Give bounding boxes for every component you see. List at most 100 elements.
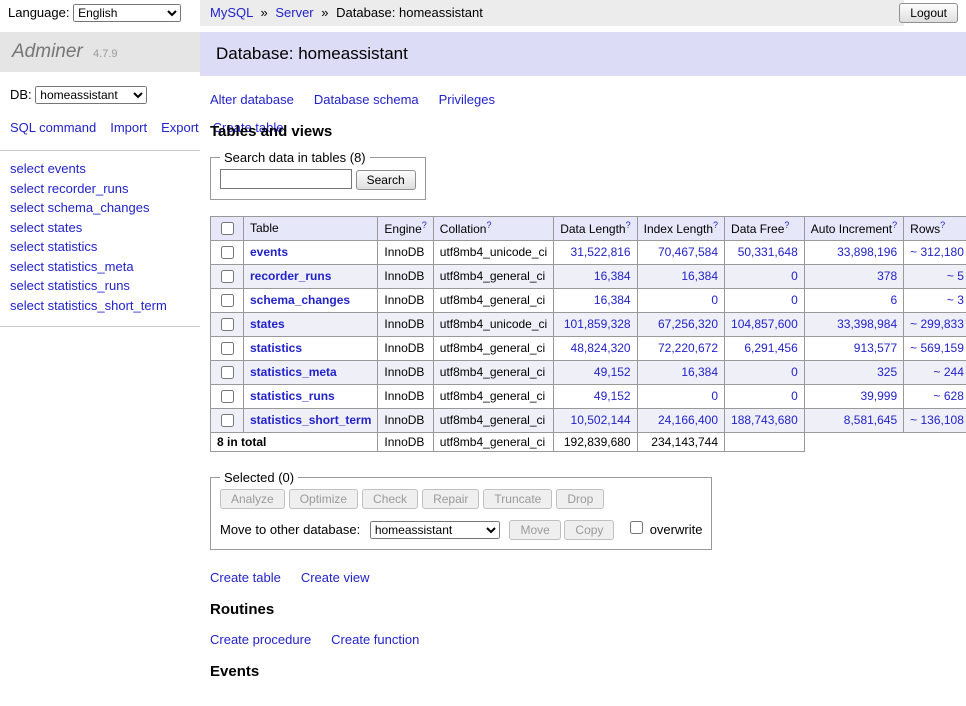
help-link[interactable]: ? (713, 220, 718, 230)
overwrite-checkbox[interactable] (630, 521, 643, 534)
data-length-link[interactable]: 48,824,320 (571, 341, 631, 355)
help-link[interactable]: ? (940, 220, 945, 230)
data-free-link[interactable]: 104,857,600 (731, 317, 798, 331)
index-length-link[interactable]: 0 (711, 389, 718, 403)
auto-increment-link[interactable]: 325 (877, 365, 897, 379)
row-select-checkbox[interactable] (221, 390, 234, 403)
auto-increment-link[interactable]: 39,999 (860, 389, 897, 403)
move-button[interactable]: Move (509, 520, 560, 540)
table-name-link[interactable]: recorder_runs (250, 269, 331, 283)
data-length-link[interactable]: 101,859,328 (564, 317, 631, 331)
row-select-checkbox[interactable] (221, 366, 234, 379)
selected-action-button[interactable]: Repair (422, 489, 479, 509)
table-name-link[interactable]: statistics_meta (250, 365, 337, 379)
table-name-link[interactable]: statistics_runs (250, 389, 335, 403)
sidebar-action-link[interactable]: SQL command (10, 120, 96, 135)
rows-link[interactable]: ~ 136,108 (910, 413, 964, 427)
create-link[interactable]: Create view (301, 570, 370, 585)
search-button[interactable]: Search (356, 170, 416, 190)
selected-action-button[interactable]: Analyze (220, 489, 285, 509)
data-free-link[interactable]: 188,743,680 (731, 413, 798, 427)
data-length-link[interactable]: 10,502,144 (571, 413, 631, 427)
list-item: select statistics (0, 237, 200, 257)
index-length-link[interactable]: 70,467,584 (658, 245, 718, 259)
row-select-checkbox[interactable] (221, 414, 234, 427)
selected-action-button[interactable]: Drop (556, 489, 604, 509)
sidebar-action-link[interactable]: Import (110, 120, 147, 135)
sidebar-action-link[interactable]: Export (161, 120, 199, 135)
rows-link[interactable]: ~ 5 (947, 269, 964, 283)
data-length-link[interactable]: 49,152 (594, 389, 631, 403)
sidebar-table-link[interactable]: select statistics_meta (10, 259, 134, 274)
language-select[interactable]: English (73, 4, 181, 22)
search-input[interactable] (220, 169, 352, 189)
select-all-checkbox[interactable] (221, 222, 234, 235)
data-length-link[interactable]: 16,384 (594, 293, 631, 307)
data-length-link[interactable]: 31,522,816 (571, 245, 631, 259)
move-db-select[interactable]: homeassistant (370, 521, 500, 539)
help-link[interactable]: ? (626, 220, 631, 230)
sidebar-table-link[interactable]: select schema_changes (10, 200, 149, 215)
data-free-link[interactable]: 0 (791, 293, 798, 307)
row-select-checkbox[interactable] (221, 342, 234, 355)
selected-action-button[interactable]: Optimize (289, 489, 358, 509)
auto-increment-link[interactable]: 8,581,645 (844, 413, 897, 427)
selected-action-button[interactable]: Truncate (483, 489, 552, 509)
selected-action-button[interactable]: Check (362, 489, 418, 509)
data-free-link[interactable]: 0 (791, 389, 798, 403)
copy-button[interactable]: Copy (564, 520, 614, 540)
index-length-link[interactable]: 16,384 (681, 269, 718, 283)
data-free-link[interactable]: 50,331,648 (738, 245, 798, 259)
row-select-checkbox[interactable] (221, 270, 234, 283)
sidebar-table-link[interactable]: select events (10, 161, 86, 176)
table-name-link[interactable]: statistics (250, 341, 302, 355)
help-link[interactable]: ? (422, 220, 427, 230)
breadcrumb-server-link[interactable]: Server (275, 5, 313, 20)
database-action-link[interactable]: Alter database (210, 92, 294, 107)
data-free-link[interactable]: 0 (791, 269, 798, 283)
rows-link[interactable]: ~ 299,833 (910, 317, 964, 331)
rows-link[interactable]: ~ 3 (947, 293, 964, 307)
table-name-link[interactable]: statistics_short_term (250, 413, 371, 427)
table-name-link[interactable]: states (250, 317, 285, 331)
row-select-checkbox[interactable] (221, 318, 234, 331)
auto-increment-link[interactable]: 33,398,984 (837, 317, 897, 331)
row-select-checkbox[interactable] (221, 246, 234, 259)
index-length-link[interactable]: 72,220,672 (658, 341, 718, 355)
data-free-link[interactable]: 6,291,456 (744, 341, 797, 355)
sidebar-table-link[interactable]: select recorder_runs (10, 181, 129, 196)
data-free-link[interactable]: 0 (791, 365, 798, 379)
table-name-link[interactable]: events (250, 245, 288, 259)
table-name-link[interactable]: schema_changes (250, 293, 350, 307)
index-length-link[interactable]: 67,256,320 (658, 317, 718, 331)
index-length-link[interactable]: 16,384 (681, 365, 718, 379)
breadcrumb-mysql-link[interactable]: MySQL (210, 5, 253, 20)
logout-button[interactable]: Logout (899, 3, 958, 23)
row-select-checkbox[interactable] (221, 294, 234, 307)
routine-link[interactable]: Create function (331, 632, 419, 647)
data-length-link[interactable]: 16,384 (594, 269, 631, 283)
rows-link[interactable]: ~ 569,159 (910, 341, 964, 355)
auto-increment-link[interactable]: 913,577 (854, 341, 897, 355)
auto-increment-link[interactable]: 378 (877, 269, 897, 283)
help-link[interactable]: ? (892, 220, 897, 230)
sidebar-table-link[interactable]: select statistics_short_term (10, 298, 167, 313)
db-select[interactable]: homeassistant (35, 86, 147, 104)
index-length-link[interactable]: 24,166,400 (658, 413, 718, 427)
rows-link[interactable]: ~ 628 (934, 389, 964, 403)
auto-increment-link[interactable]: 6 (890, 293, 897, 307)
data-length-link[interactable]: 49,152 (594, 365, 631, 379)
rows-link[interactable]: ~ 244 (934, 365, 964, 379)
sidebar-table-link[interactable]: select states (10, 220, 82, 235)
auto-increment-link[interactable]: 33,898,196 (837, 245, 897, 259)
routine-link[interactable]: Create procedure (210, 632, 311, 647)
index-length-link[interactable]: 0 (711, 293, 718, 307)
help-link[interactable]: ? (486, 220, 491, 230)
create-link[interactable]: Create table (210, 570, 281, 585)
rows-link[interactable]: ~ 312,180 (910, 245, 964, 259)
sidebar-table-link[interactable]: select statistics (10, 239, 97, 254)
help-link[interactable]: ? (784, 220, 789, 230)
database-action-link[interactable]: Privileges (439, 92, 495, 107)
database-action-link[interactable]: Database schema (314, 92, 419, 107)
sidebar-table-link[interactable]: select statistics_runs (10, 278, 130, 293)
